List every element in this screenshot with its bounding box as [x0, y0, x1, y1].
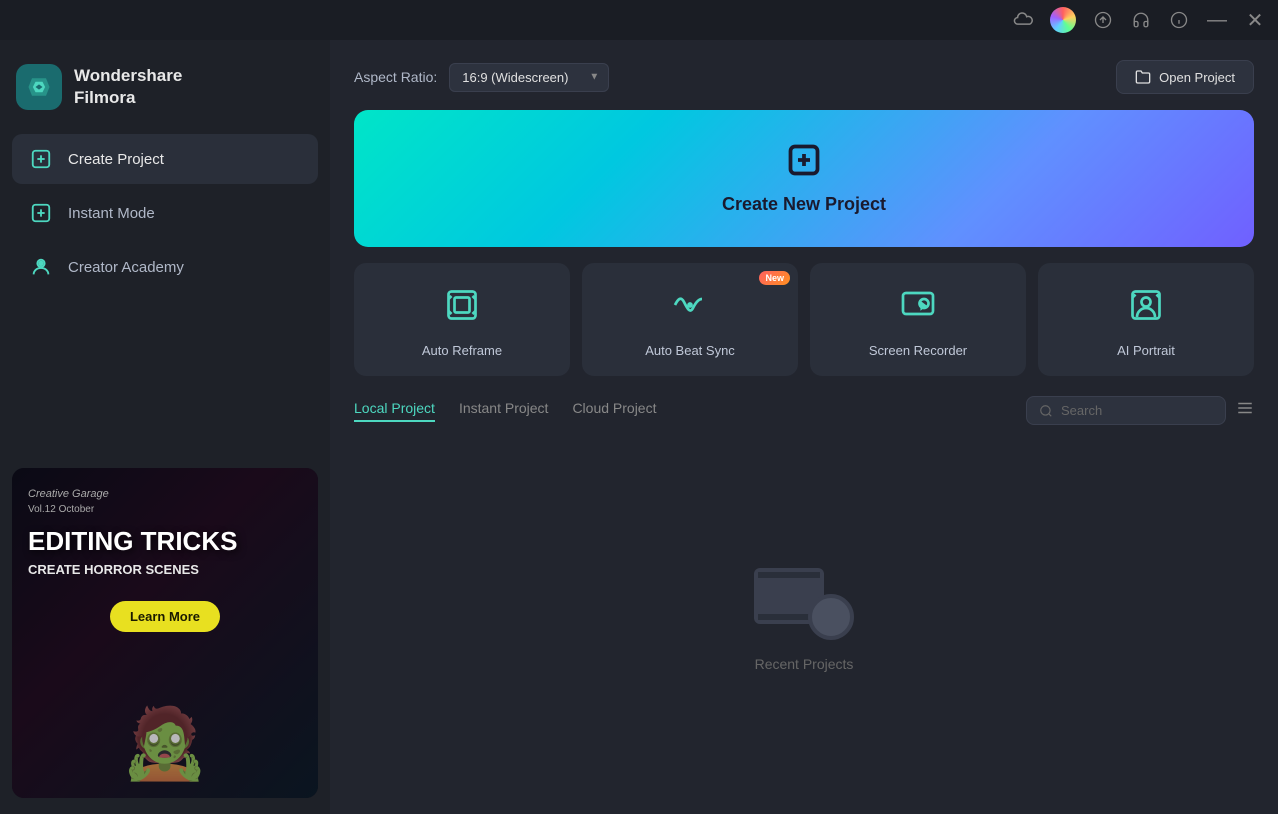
- sidebar-item-creator-academy-label: Creator Academy: [68, 259, 184, 276]
- project-tabs: Local Project Instant Project Cloud Proj…: [354, 400, 656, 422]
- tab-instant-project[interactable]: Instant Project: [459, 400, 549, 422]
- app-name: Wondershare Filmora: [74, 65, 182, 109]
- top-bar: Aspect Ratio: 16:9 (Widescreen) 9:16 (Po…: [354, 60, 1254, 94]
- sidebar-item-create-project-label: Create Project: [68, 151, 164, 168]
- auto-reframe-icon: [444, 287, 480, 331]
- projects-section: Local Project Instant Project Cloud Proj…: [354, 396, 1254, 794]
- feature-card-ai-portrait[interactable]: AI Portrait: [1038, 263, 1254, 376]
- open-project-button[interactable]: Open Project: [1116, 60, 1254, 94]
- folder-icon: [1135, 69, 1151, 85]
- projects-header: Local Project Instant Project Cloud Proj…: [354, 396, 1254, 425]
- open-project-label: Open Project: [1159, 70, 1235, 85]
- empty-state-illustration: [754, 560, 854, 640]
- tab-cloud-project[interactable]: Cloud Project: [572, 400, 656, 422]
- sidebar-item-creator-academy[interactable]: Creator Academy: [12, 242, 318, 292]
- app-container: Wondershare Filmora Create Project: [0, 40, 1278, 814]
- sidebar-item-create-project[interactable]: Create Project: [12, 134, 318, 184]
- promo-figure: 🧟: [28, 708, 302, 778]
- ai-portrait-label: AI Portrait: [1117, 343, 1175, 358]
- promo-card[interactable]: Creative Garage Vol.12 October EDITING T…: [12, 468, 318, 798]
- auto-reframe-label: Auto Reframe: [422, 343, 502, 358]
- ai-portrait-icon: [1128, 287, 1164, 331]
- sidebar-item-instant-mode[interactable]: Instant Mode: [12, 188, 318, 238]
- create-banner-text: Create New Project: [722, 194, 886, 215]
- auto-beat-sync-label: Auto Beat Sync: [645, 343, 735, 358]
- promo-vol: Vol.12 October: [28, 504, 302, 515]
- list-view-icon[interactable]: [1236, 399, 1254, 422]
- promo-subtitle: Creative Garage: [28, 488, 302, 500]
- headphones-icon[interactable]: [1130, 9, 1152, 31]
- aspect-ratio-area: Aspect Ratio: 16:9 (Widescreen) 9:16 (Po…: [354, 63, 609, 92]
- tab-local-project[interactable]: Local Project: [354, 400, 435, 422]
- create-new-project-banner[interactable]: Create New Project: [354, 110, 1254, 247]
- upload-icon[interactable]: [1092, 9, 1114, 31]
- aspect-ratio-select[interactable]: 16:9 (Widescreen) 9:16 (Portrait) 1:1 (S…: [449, 63, 609, 92]
- empty-state: Recent Projects: [354, 437, 1254, 794]
- sidebar-item-instant-mode-label: Instant Mode: [68, 205, 155, 222]
- feature-card-auto-reframe[interactable]: Auto Reframe: [354, 263, 570, 376]
- aspect-ratio-label: Aspect Ratio:: [354, 69, 437, 85]
- sidebar: Wondershare Filmora Create Project: [0, 40, 330, 814]
- screen-recorder-label: Screen Recorder: [869, 343, 967, 358]
- promo-desc: CREATE HORROR SCENES: [28, 562, 302, 577]
- create-banner-icon: [786, 142, 822, 186]
- promo-learn-more-button[interactable]: Learn More: [110, 601, 220, 632]
- feature-cards: Auto Reframe New Auto Beat Sync: [354, 263, 1254, 376]
- info-icon[interactable]: [1168, 9, 1190, 31]
- search-area: [1026, 396, 1254, 425]
- recent-projects-label: Recent Projects: [755, 656, 854, 672]
- aspect-ratio-wrapper: 16:9 (Widescreen) 9:16 (Portrait) 1:1 (S…: [449, 63, 609, 92]
- create-project-icon: [28, 146, 54, 172]
- new-badge: New: [759, 271, 790, 285]
- promo-title: EDITING TRICKS: [28, 527, 302, 556]
- auto-beat-sync-icon: [672, 287, 708, 331]
- search-box: [1026, 396, 1226, 425]
- film-circle: [808, 594, 854, 640]
- close-button[interactable]: ✕: [1244, 9, 1266, 31]
- search-input[interactable]: [1061, 403, 1201, 418]
- instant-mode-icon: [28, 200, 54, 226]
- promo-content: Creative Garage Vol.12 October EDITING T…: [12, 468, 318, 798]
- main-content: Aspect Ratio: 16:9 (Widescreen) 9:16 (Po…: [330, 40, 1278, 814]
- titlebar: — ✕: [0, 0, 1278, 40]
- minimize-button[interactable]: —: [1206, 9, 1228, 31]
- feature-card-auto-beat-sync[interactable]: New Auto Beat Sync: [582, 263, 798, 376]
- user-avatar-icon[interactable]: [1050, 7, 1076, 33]
- search-icon: [1039, 404, 1053, 418]
- app-logo: [16, 64, 62, 110]
- screen-recorder-icon: [900, 287, 936, 331]
- cloud-icon[interactable]: [1012, 9, 1034, 31]
- creator-academy-icon: [28, 254, 54, 280]
- feature-card-screen-recorder[interactable]: Screen Recorder: [810, 263, 1026, 376]
- logo-area: Wondershare Filmora: [12, 56, 318, 134]
